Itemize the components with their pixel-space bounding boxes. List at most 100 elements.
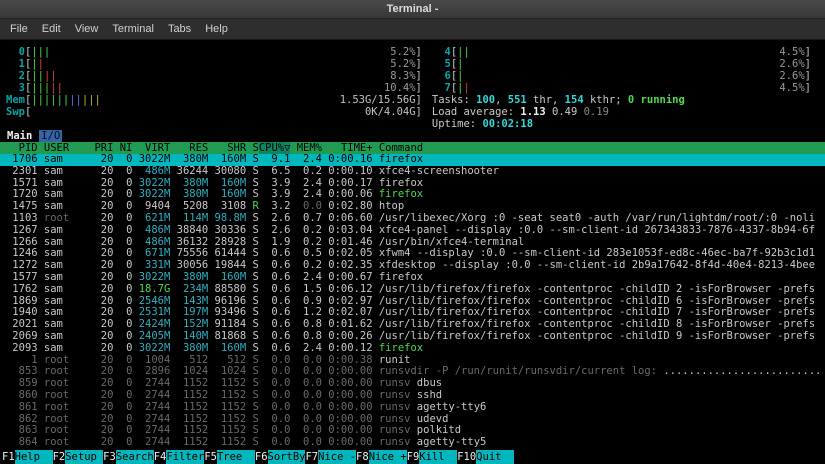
process-row-1577[interactable]: 1577sam2003022M380M160MS0.62.40:00.67fir…	[0, 272, 825, 284]
process-row-1475[interactable]: 1475sam200940452083108R3.20.00:02.80htop	[0, 201, 825, 213]
meter-6-value: 2.6%	[779, 70, 804, 82]
meter-2: 2[||||8.3%]	[6, 70, 422, 82]
column-header-virt[interactable]: VIRT	[132, 142, 170, 154]
fn-f2[interactable]: F2Setup	[53, 450, 104, 464]
process-row-1[interactable]: 1root2001004512512S0.00.00:00.38runit	[0, 355, 825, 367]
column-header-pri[interactable]: PRI	[94, 142, 113, 154]
fn-f4[interactable]: F4Filter	[154, 450, 205, 464]
cell-nice: 0	[113, 225, 132, 237]
process-row-1869[interactable]: 1869sam2002546M143M96196S0.60.90:02.97/u…	[0, 296, 825, 308]
fn-f8[interactable]: F8Nice +	[356, 450, 407, 464]
uptime-label: Uptime:	[432, 118, 483, 130]
cell-pid: 1762	[6, 284, 38, 296]
cell-user: sam	[38, 225, 95, 237]
process-row-1266[interactable]: 1266sam200486M3613228928S1.90.20:01.46/u…	[0, 237, 825, 249]
terminal-window: Terminal - FileEditViewTerminalTabsHelp …	[0, 0, 825, 464]
cell-command: htop	[373, 201, 825, 213]
menu-item-file[interactable]: File	[3, 21, 35, 37]
cell-command: runsv agetty-tty6	[373, 402, 825, 414]
fn-f7[interactable]: F7Nice -	[305, 450, 356, 464]
fn-f3[interactable]: F3Search	[103, 450, 154, 464]
process-row-2301[interactable]: 2301sam200486M3624430080S6.50.20:00.10xf…	[0, 166, 825, 178]
fn-f10[interactable]: F10Quit	[457, 450, 514, 464]
cell-nice: 0	[113, 284, 132, 296]
cell-res: 1152	[170, 437, 208, 449]
command-text: xfdesktop --display :0.0 --sm-client-id …	[379, 260, 815, 271]
process-row-1706[interactable]: 1706sam2003022M380M160MS9.12.40:00.16fir…	[0, 154, 825, 166]
meter-bracket-close: ]	[416, 46, 422, 58]
menu-item-tabs[interactable]: Tabs	[161, 21, 198, 37]
process-row-1103[interactable]: 1103root200621M114M98.8MS2.60.70:06.60/u…	[0, 213, 825, 225]
tab-main[interactable]: Main	[7, 130, 32, 142]
cell-command: firefox	[373, 272, 825, 284]
cell-pid: 860	[6, 390, 38, 402]
menu-item-help[interactable]: Help	[198, 21, 235, 37]
column-header-time[interactable]: TIME+	[322, 142, 373, 154]
process-row-2069[interactable]: 2069sam2002405M140M81868S0.60.80:00.26/u…	[0, 331, 825, 343]
fn-f9[interactable]: F9Kill	[407, 450, 458, 464]
meter-4-bar: ||4.5%	[457, 46, 805, 58]
process-row-1940[interactable]: 1940sam2002531M197M93496S0.61.20:02.07/u…	[0, 307, 825, 319]
column-header-s[interactable]: S	[246, 142, 259, 154]
process-row-1267[interactable]: 1267sam200486M3884030336S2.60.20:03.04xf…	[0, 225, 825, 237]
process-row-2093[interactable]: 2093sam2003022M380M160MS0.62.40:00.12fir…	[0, 343, 825, 355]
meter-7-label: 7	[432, 82, 451, 94]
kernel-thread-label: kthr;	[584, 94, 628, 106]
process-row-861[interactable]: 861root200274411521152S0.00.00:00.00runs…	[0, 402, 825, 414]
cell-state: S	[246, 437, 259, 449]
cell-time: 0:00.00	[322, 437, 373, 449]
cell-priority: 20	[94, 331, 113, 343]
meter-6-bar: |2.6%	[457, 70, 805, 82]
process-row-853[interactable]: 853root200289610241024S0.00.00:00.00runs…	[0, 366, 825, 378]
cell-command: runsv dbus	[373, 378, 825, 390]
column-header-pid[interactable]: PID	[6, 142, 38, 154]
column-header-cpu[interactable]: CPU%▽	[259, 142, 291, 154]
command-text: runsv	[379, 425, 417, 436]
menu-item-view[interactable]: View	[68, 21, 106, 37]
fn-f10-key: F10	[457, 450, 476, 464]
process-row-864[interactable]: 864root200274411521152S0.00.00:00.00runs…	[0, 437, 825, 449]
column-header-user[interactable]: USER	[38, 142, 95, 154]
process-row-1720[interactable]: 1720sam2003022M380M160MS3.92.40:00.06fir…	[0, 189, 825, 201]
fn-f1[interactable]: F1Help	[2, 450, 53, 464]
meter-2-label: 2	[6, 70, 25, 82]
cell-state: S	[246, 331, 259, 343]
cell-state: S	[246, 213, 259, 225]
tab-io[interactable]: I/O	[39, 130, 62, 142]
meter-bracket-close: ]	[416, 70, 422, 82]
command-text: /usr/libexec/Xorg :0 -seat seat0 -auth /…	[379, 213, 815, 224]
menu-item-terminal[interactable]: Terminal	[105, 21, 161, 37]
meter-bracket-close: ]	[416, 106, 422, 118]
column-header-ni[interactable]: NI	[113, 142, 132, 154]
column-header-mem[interactable]: MEM%	[290, 142, 322, 154]
meter-0-value: 5.2%	[390, 46, 415, 58]
meter-4-value: 4.5%	[779, 46, 804, 58]
process-row-860[interactable]: 860root200274411521152S0.00.00:00.00runs…	[0, 390, 825, 402]
meter-segment-green: |	[457, 58, 463, 70]
cell-command: firefox	[373, 343, 825, 355]
meter-0-fill: |||	[31, 46, 390, 58]
column-header-res[interactable]: RES	[170, 142, 208, 154]
column-header-command[interactable]: Command	[373, 142, 825, 154]
process-row-859[interactable]: 859root200274411521152S0.00.00:00.00runs…	[0, 378, 825, 390]
process-row-862[interactable]: 862root200274411521152S0.00.00:00.00runs…	[0, 414, 825, 426]
terminal-screen: 0[|||5.2%]1[||5.2%]2[||||8.3%]3[|||||10.…	[0, 40, 825, 464]
process-row-1762[interactable]: 1762sam20018.7G234M88580S0.61.50:06.12/u…	[0, 284, 825, 296]
cell-state: S	[246, 284, 259, 296]
meter-6-fill: |	[457, 70, 779, 82]
cell-virt: 486M	[132, 225, 170, 237]
meter-segment-green: |||	[31, 82, 50, 94]
fn-f6[interactable]: F6SortBy	[255, 450, 306, 464]
fn-f5[interactable]: F5Tree	[204, 450, 255, 464]
column-header-shr[interactable]: SHR	[208, 142, 246, 154]
fn-f9-key: F9	[407, 450, 420, 464]
cell-priority: 20	[94, 213, 113, 225]
process-row-1571[interactable]: 1571sam2003022M380M160MS3.92.40:00.17fir…	[0, 178, 825, 190]
command-text: xfce4-screenshooter	[379, 166, 499, 177]
process-row-1272[interactable]: 1272sam200331M3005619844S0.60.20:02.35xf…	[0, 260, 825, 272]
window-titlebar[interactable]: Terminal -	[0, 0, 825, 19]
process-row-1246[interactable]: 1246sam200671M7555661444S0.60.50:02.05xf…	[0, 248, 825, 260]
menu-item-edit[interactable]: Edit	[35, 21, 68, 37]
process-row-863[interactable]: 863root200274411521152S0.00.00:00.00runs…	[0, 425, 825, 437]
process-row-2021[interactable]: 2021sam2002424M152M91184S0.60.80:01.62/u…	[0, 319, 825, 331]
